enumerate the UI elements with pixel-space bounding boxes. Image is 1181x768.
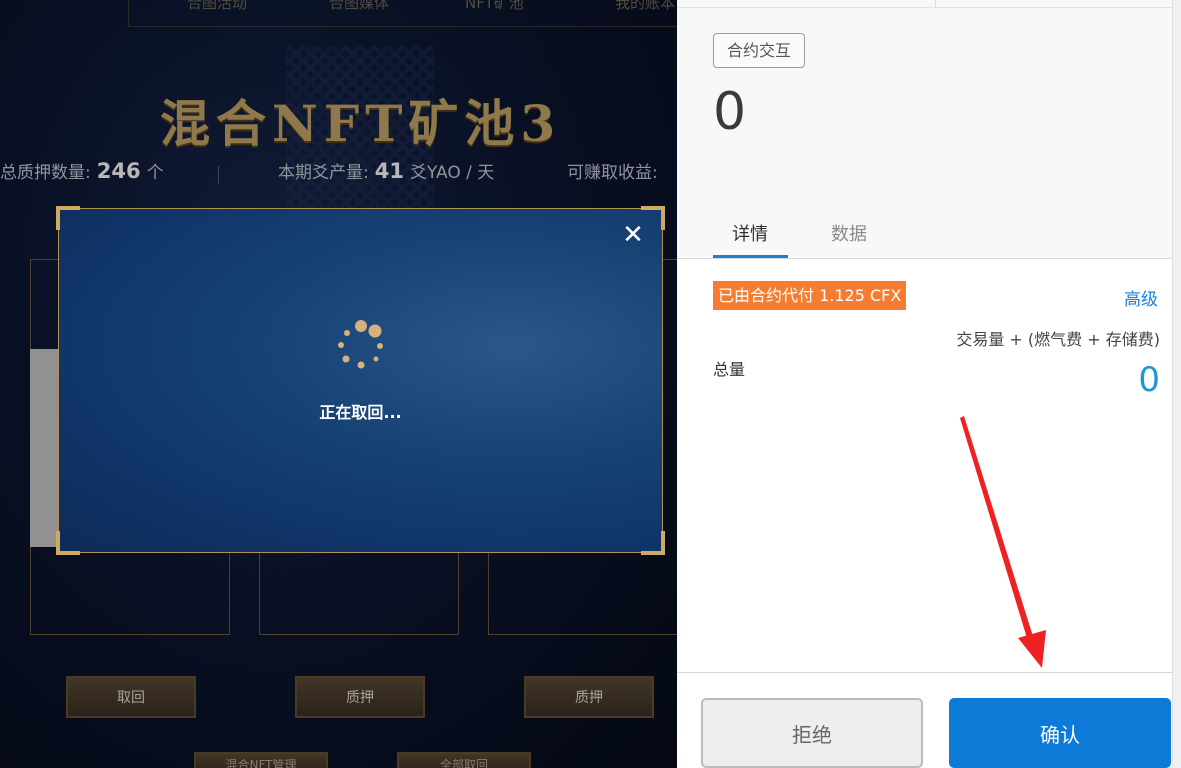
divider	[677, 672, 1172, 673]
corner-ornament	[641, 531, 665, 555]
tab-data[interactable]: 数据	[831, 220, 867, 246]
corner-ornament	[56, 531, 80, 555]
divider	[677, 258, 1172, 259]
sponsor-badge: 已由合约代付 1.125 CFX	[713, 281, 907, 310]
loading-spinner-icon	[338, 320, 383, 369]
loading-modal: ✕ 正在取回...	[56, 206, 665, 555]
divider	[677, 7, 1172, 8]
total-value: 0	[1138, 360, 1160, 400]
fee-formula: 交易量 + (燃气费 + 存储费)	[956, 330, 1160, 349]
game-page: 合图活动 合图媒体 NFT矿池 我的账本 混合NFT矿池3 总质押数量: 246 个…	[0, 0, 677, 768]
scrollbar[interactable]	[1172, 0, 1181, 768]
interaction-type-badge: 合约交互	[713, 33, 806, 68]
confirm-button[interactable]: 确认	[949, 698, 1171, 768]
reject-button[interactable]: 拒绝	[701, 698, 923, 768]
amount-value: 0	[713, 82, 747, 142]
total-label: 总量	[713, 360, 746, 379]
corner-ornament	[56, 206, 80, 230]
annotation-arrow-icon	[960, 416, 1046, 668]
tab-details[interactable]: 详情	[732, 220, 768, 246]
loading-status: 正在取回...	[319, 403, 402, 422]
close-icon[interactable]: ✕	[621, 222, 645, 248]
wallet-panel: 合约交互 0 详情 数据 已由合约代付 1.125 CFX 高级 交易量 + (…	[677, 0, 1172, 768]
advanced-link[interactable]: 高级	[1124, 285, 1158, 310]
